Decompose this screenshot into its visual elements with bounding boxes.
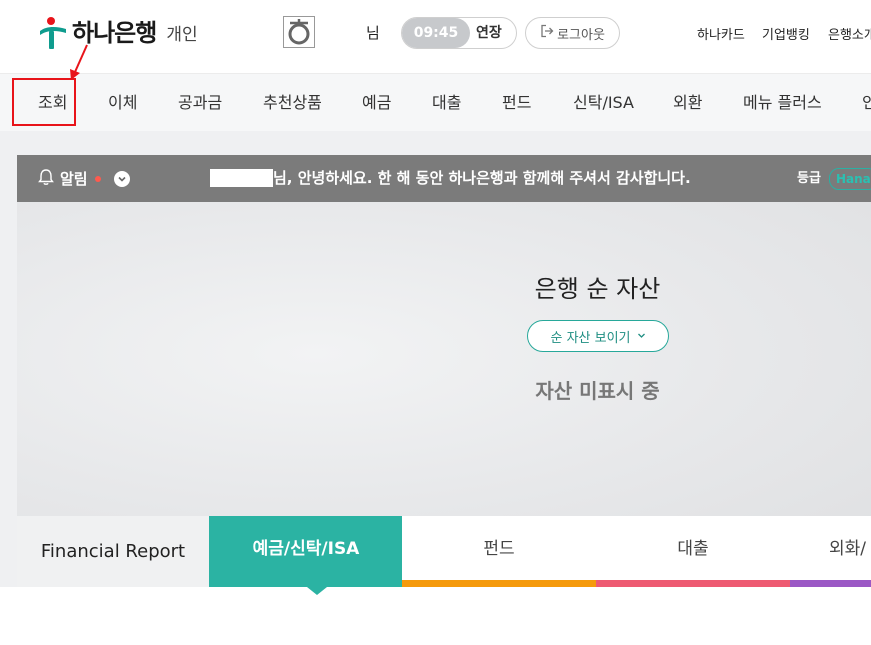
asset-hidden-status: 자산 미표시 중 <box>535 379 660 403</box>
alarm-toggle[interactable]: 알림 <box>37 155 130 202</box>
tab-foreign-currency[interactable]: 외화/ <box>790 516 871 587</box>
annotation-arrow-icon <box>70 44 88 80</box>
tab-fund-bar <box>402 580 596 587</box>
grade-badge[interactable]: Hana <box>829 168 871 190</box>
financial-report-tabs: Financial Report 예금/신탁/ISA 펀드 대출 외화/ <box>17 516 871 595</box>
tab-loan-bar <box>596 580 790 587</box>
chevron-down-icon[interactable] <box>113 170 130 187</box>
util-link-corporate-banking[interactable]: 기업뱅킹 <box>762 24 810 43</box>
highlight-box <box>12 78 76 126</box>
logout-label: 로그아웃 <box>557 27 605 43</box>
nav-item-foreign-exchange[interactable]: 외환 <box>673 74 702 132</box>
tab-loan-label: 대출 <box>677 539 709 559</box>
net-asset-title: 은행 순 자산 <box>534 275 661 303</box>
logout-icon <box>540 24 554 42</box>
active-tab-pointer <box>307 587 327 595</box>
tab-foreign-currency-bar <box>790 580 871 587</box>
bell-icon <box>37 168 55 190</box>
greeting-message: 님, 안녕하세요. 한 해 동안 하나은행과 함께해 주셔서 감사합니다. <box>273 169 691 187</box>
extend-session-button[interactable]: 연장 <box>476 18 502 48</box>
nav-item-recommended[interactable]: 추천상품 <box>263 74 322 132</box>
nav-item-trust-isa[interactable]: 신탁/ISA <box>573 74 634 132</box>
top-bar: 하나은행 개인 님 09:45 연장 로그아웃 하나카드 기업뱅킹 은행소개 <box>0 0 871 72</box>
alarm-dot <box>94 175 101 182</box>
nav-item-deposit[interactable]: 예금 <box>362 74 391 132</box>
show-net-asset-button[interactable]: 순 자산 보이기 <box>527 320 669 352</box>
tab-fund-label: 펀드 <box>483 539 515 559</box>
tab-deposit-trust-isa[interactable]: 예금/신탁/ISA <box>209 516 403 587</box>
nav-item-transfer[interactable]: 이체 <box>108 74 137 132</box>
financial-report-label: Financial Report <box>17 516 209 587</box>
session-timer-value: 09:45 <box>402 18 470 48</box>
hero-background <box>17 155 871 516</box>
logout-button[interactable]: 로그아웃 <box>525 17 620 49</box>
nav-item-utility-bills[interactable]: 공과금 <box>178 74 222 132</box>
nav-item-fund[interactable]: 펀드 <box>502 74 531 132</box>
nav-item-loan[interactable]: 대출 <box>432 74 461 132</box>
user-avatar <box>283 16 315 48</box>
show-net-asset-label: 순 자산 보이기 <box>550 330 631 346</box>
user-name-suffix: 님 <box>366 24 380 42</box>
notice-bar: 알림 님, 안녕하세요. 한 해 동안 하나은행과 함께해 주셔서 감사합니다.… <box>17 155 871 202</box>
tab-deposit-trust-isa-label: 예금/신탁/ISA <box>252 539 360 559</box>
util-link-bank-intro[interactable]: 은행소개 <box>828 24 871 43</box>
util-link-hanacard[interactable]: 하나카드 <box>697 24 745 43</box>
masked-user-name <box>210 169 273 187</box>
chevron-down-icon <box>637 329 646 344</box>
logo-sub: 개인 <box>166 25 198 45</box>
main-navigation: 조회 이체 공과금 추천상품 예금 대출 펀드 신탁/ISA 외환 메뉴 플러스… <box>0 73 871 133</box>
grade-label: 등급 <box>797 171 821 186</box>
alarm-label: 알림 <box>60 170 88 188</box>
nav-item-more[interactable]: 인 <box>862 74 871 132</box>
session-timer: 09:45 연장 <box>401 17 517 49</box>
main-content: 알림 님, 안녕하세요. 한 해 동안 하나은행과 함께해 주셔서 감사합니다.… <box>0 131 871 595</box>
tab-fund[interactable]: 펀드 <box>402 516 596 587</box>
tab-foreign-currency-label: 외화/ <box>829 539 867 559</box>
nav-item-menu-plus[interactable]: 메뉴 플러스 <box>743 74 822 132</box>
tab-loan[interactable]: 대출 <box>596 516 790 587</box>
